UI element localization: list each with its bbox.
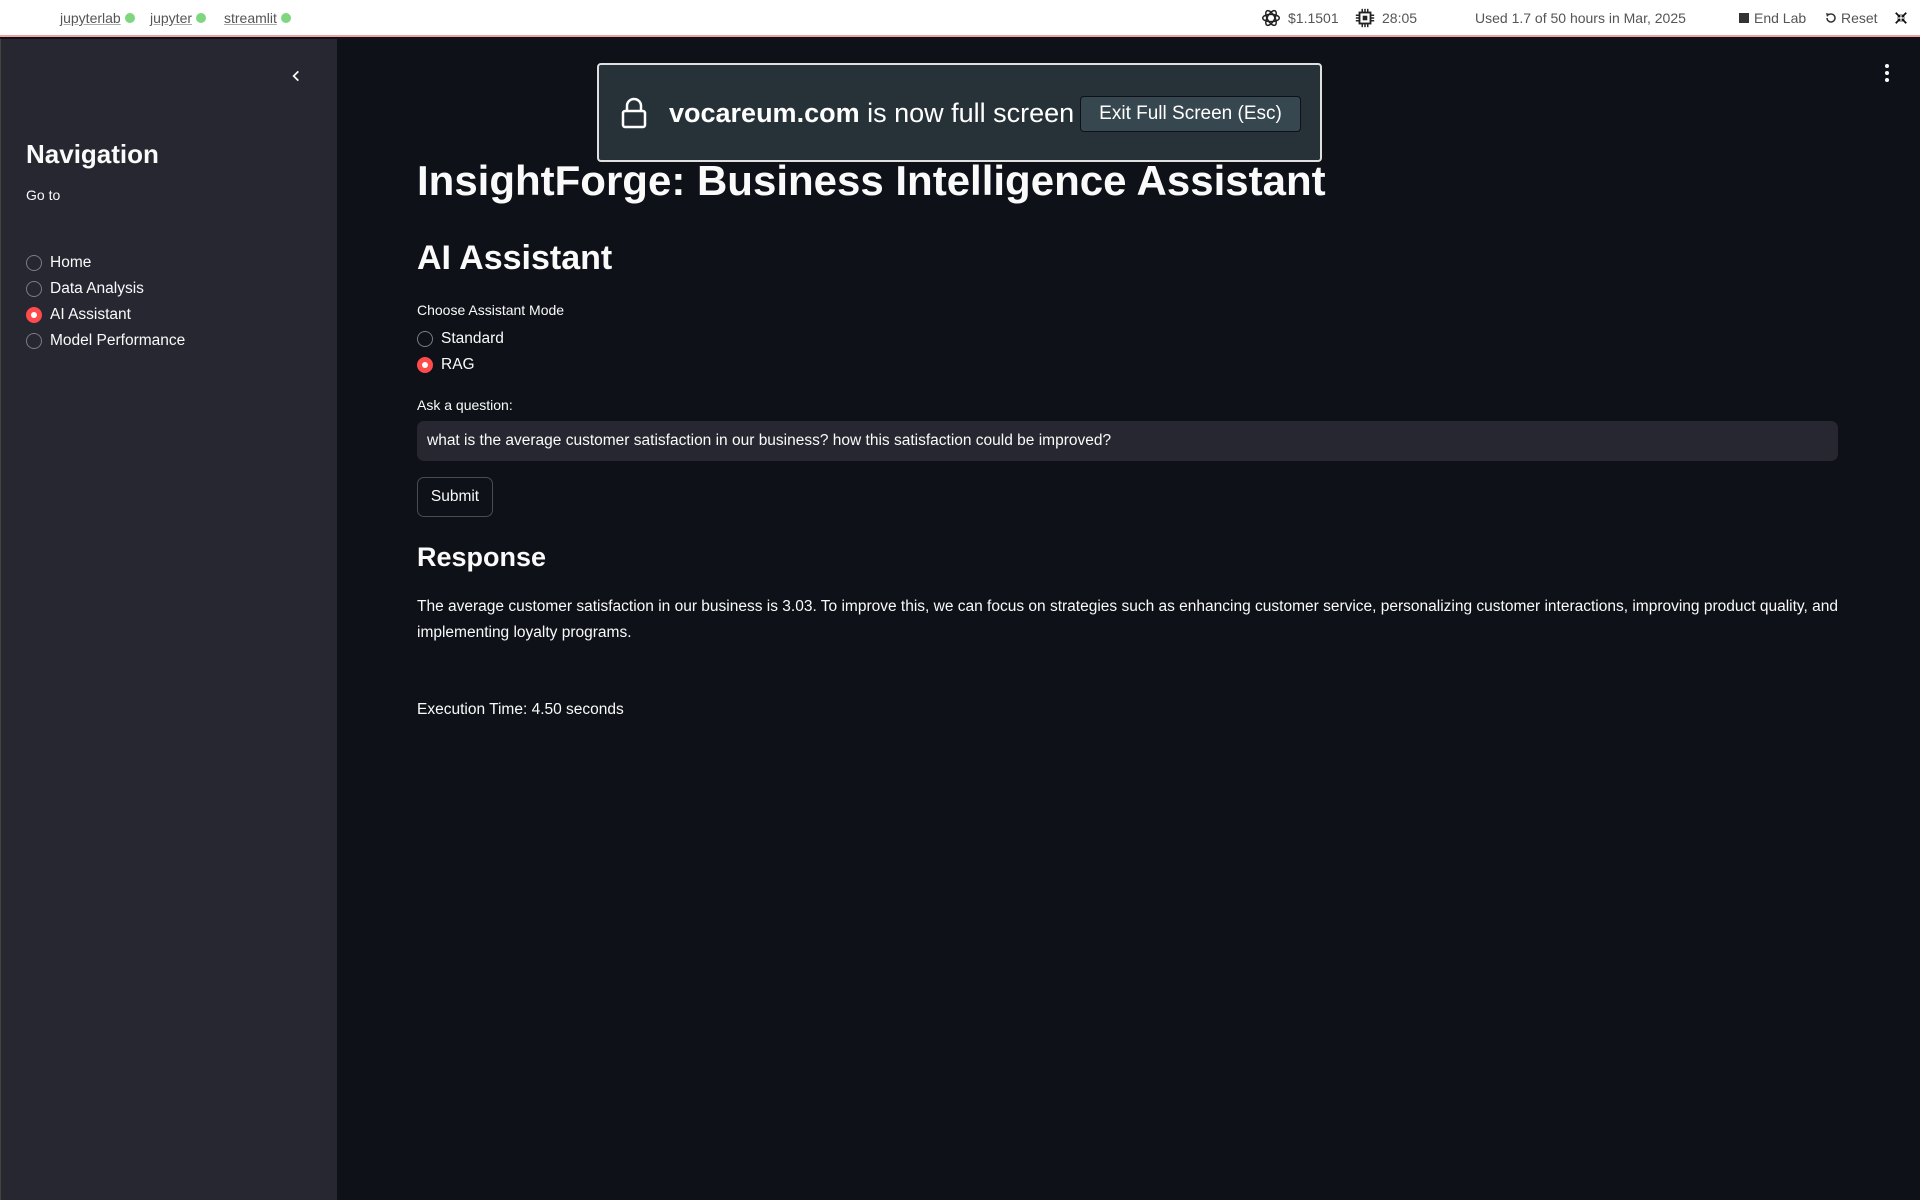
end-lab-label: End Lab (1754, 10, 1807, 26)
goto-label: Go to (26, 187, 61, 203)
tab-label: streamlit (224, 10, 277, 26)
time-value: 28:05 (1382, 10, 1418, 26)
sidebar-item-label: AI Assistant (50, 306, 131, 323)
sidebar-item-home[interactable]: Home (26, 250, 185, 276)
mode-option-standard[interactable]: Standard (417, 326, 504, 352)
main-menu-button[interactable] (1877, 61, 1897, 85)
question-input[interactable] (417, 421, 1838, 461)
collapse-sidebar-button[interactable] (285, 65, 307, 87)
sidebar-item-model-performance[interactable]: Model Performance (26, 328, 185, 354)
status-dot-icon (124, 13, 135, 23)
execution-time: Execution Time: 4.50 seconds (417, 701, 624, 718)
mode-label: Choose Assistant Mode (417, 302, 565, 318)
navigation-radio-group: Home Data Analysis AI Assistant Model Pe… (26, 250, 185, 354)
section-title: AI Assistant (417, 239, 613, 277)
status-dot-icon (280, 13, 291, 23)
reset-label: Reset (1841, 10, 1878, 26)
lock-icon (621, 97, 647, 129)
fullscreen-text: is now full screen (859, 98, 1075, 128)
response-text: The average customer satisfaction in our… (417, 598, 1838, 641)
sidebar-title: Navigation (26, 139, 159, 169)
reset-button[interactable]: Reset (1825, 8, 1878, 28)
mode-option-label: RAG (441, 356, 475, 373)
page-title: InsightForge: Business Intelligence Assi… (417, 157, 1326, 204)
radio-icon (417, 331, 433, 347)
mode-option-label: Standard (441, 330, 504, 347)
usage-text: Used 1.7 of 50 hours in Mar, 2025 (1475, 8, 1686, 28)
fullscreen-message: vocareum.com is now full screen (669, 98, 1074, 129)
cost-readout: $1.1501 (1260, 8, 1339, 28)
tab-label: jupyterlab (60, 10, 121, 26)
response-title: Response (417, 542, 547, 572)
radio-icon (26, 281, 42, 297)
openai-icon (1262, 9, 1280, 27)
radio-selected-icon (417, 357, 433, 373)
tab-label: jupyter (150, 10, 193, 26)
main-content: InsightForge: Business Intelligence Assi… (337, 39, 1920, 1200)
fullscreen-notification: vocareum.com is now full screen Exit Ful… (597, 63, 1322, 162)
cpu-chip-icon (1355, 8, 1375, 28)
mode-option-rag[interactable]: RAG (417, 352, 504, 378)
kebab-dot (1885, 64, 1889, 68)
fullscreen-domain: vocareum.com (669, 98, 860, 128)
tab-streamlit[interactable]: streamlit (224, 9, 291, 27)
sidebar-item-label: Model Performance (50, 332, 186, 349)
usage-value: Used 1.7 of 50 hours in Mar, 2025 (1475, 10, 1686, 26)
sidebar-item-label: Data Analysis (50, 280, 144, 297)
time-readout: 28:05 (1354, 8, 1417, 28)
status-dot-icon (196, 13, 207, 23)
tab-jupyterlab[interactable]: jupyterlab (60, 9, 135, 27)
sidebar-item-label: Home (50, 254, 92, 271)
sidebar-item-ai-assistant[interactable]: AI Assistant (26, 302, 185, 328)
collapse-arrows-icon (1895, 12, 1907, 24)
question-label: Ask a question: (417, 397, 513, 413)
sidebar-item-data-analysis[interactable]: Data Analysis (26, 276, 185, 302)
sidebar: Navigation Go to Home Data Analysis AI A… (0, 39, 337, 1200)
submit-button[interactable]: Submit (417, 477, 493, 517)
end-lab-button[interactable]: End Lab (1739, 8, 1806, 28)
cost-value: $1.1501 (1288, 10, 1339, 26)
stop-square-icon (1739, 13, 1749, 23)
reset-icon (1826, 13, 1836, 23)
radio-icon (26, 333, 42, 349)
radio-icon (26, 255, 42, 271)
kebab-dot (1885, 78, 1889, 82)
kebab-dot (1885, 71, 1889, 75)
exit-fullscreen-toggle[interactable] (1894, 8, 1908, 28)
radio-selected-icon (26, 307, 42, 323)
top-toolbar: jupyterlab jupyter streamlit $1.1501 28:… (0, 0, 1920, 37)
exit-fullscreen-button[interactable]: Exit Full Screen (Esc) (1080, 96, 1301, 132)
tab-jupyter[interactable]: jupyter (150, 9, 207, 27)
mode-radio-group: Standard RAG (417, 326, 504, 378)
chevron-left-icon (292, 70, 299, 82)
